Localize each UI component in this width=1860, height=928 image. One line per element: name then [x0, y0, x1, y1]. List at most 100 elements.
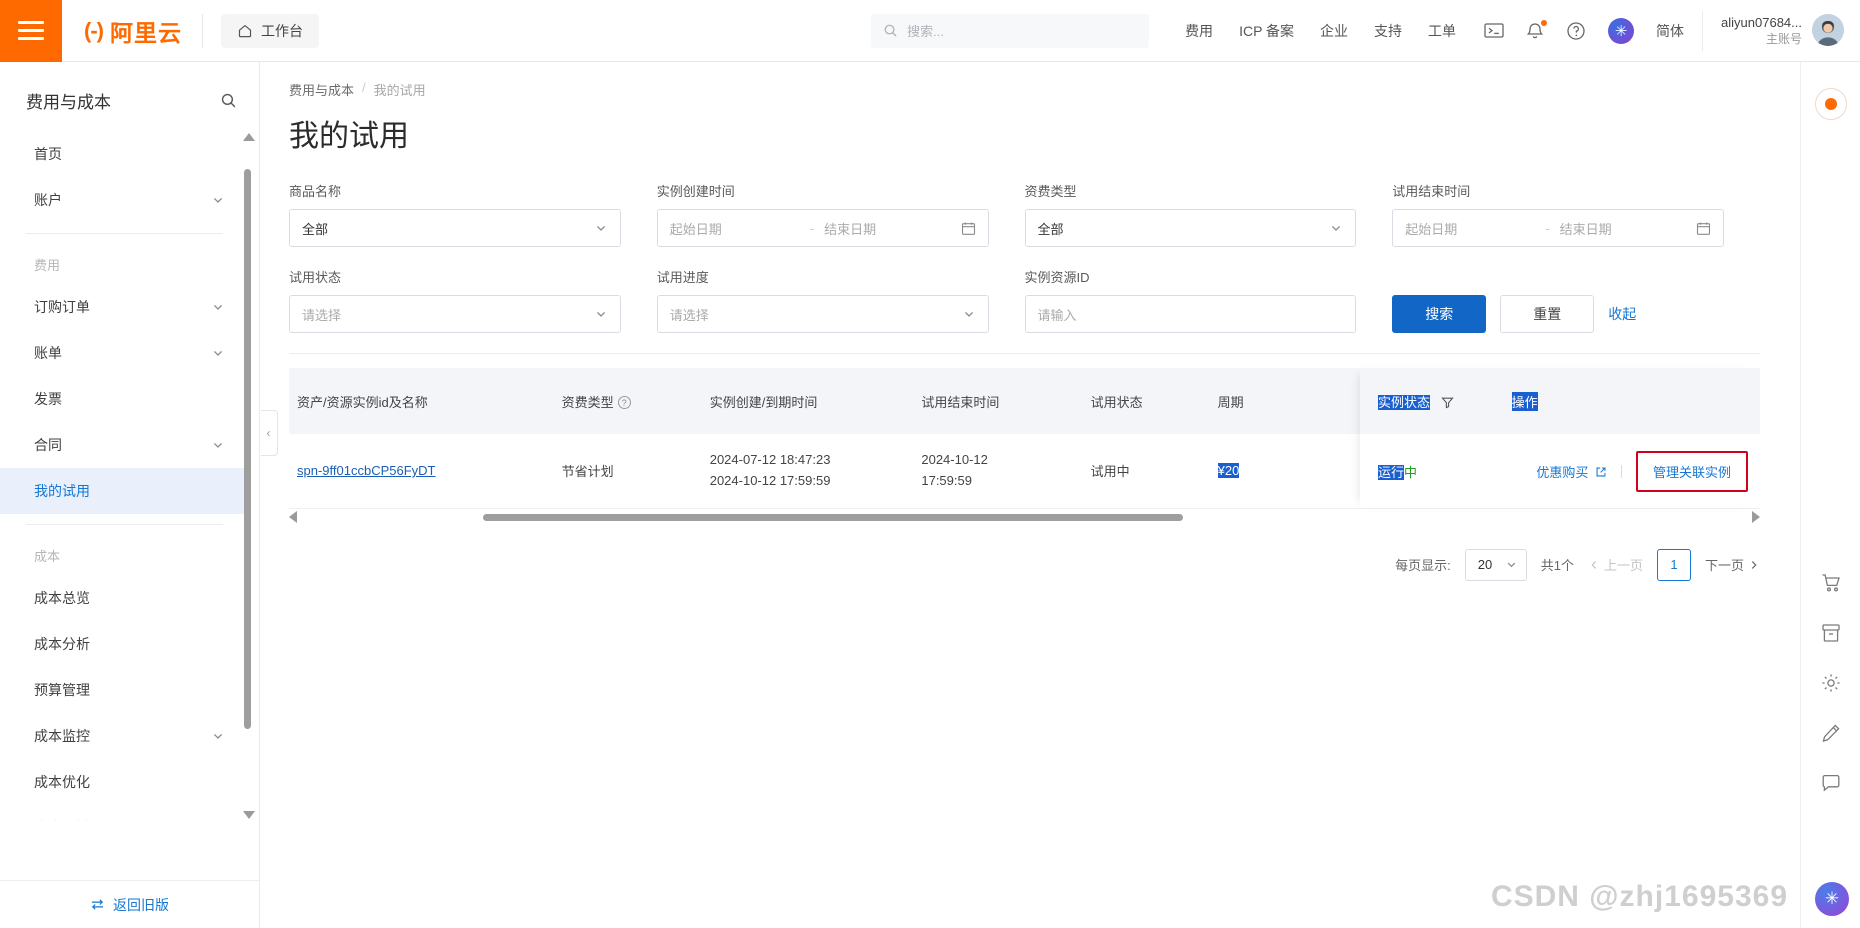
- manage-related-instance-link[interactable]: 管理关联实例: [1653, 465, 1731, 480]
- col-instance-id[interactable]: 资产/资源实例id及名称: [289, 368, 554, 434]
- chevron-right-icon: [1748, 559, 1760, 571]
- cart-icon[interactable]: [1820, 572, 1842, 594]
- record-dot-icon[interactable]: [1815, 88, 1847, 120]
- terminal-icon[interactable]: [1484, 22, 1504, 39]
- global-search-input[interactable]: 搜索...: [871, 14, 1149, 48]
- instance-resource-id-input[interactable]: 请输入: [1025, 295, 1357, 333]
- product-name-select[interactable]: 全部: [289, 209, 621, 247]
- sidebar-item-cost-allocation[interactable]: 成本分摊: [0, 805, 245, 821]
- col-fee-type[interactable]: 资费类型?: [554, 368, 702, 434]
- filter-label: 试用状态: [289, 267, 621, 286]
- nav-item-ticket[interactable]: 工单: [1428, 21, 1456, 41]
- nav-item-support[interactable]: 支持: [1374, 21, 1402, 41]
- back-to-old-version-button[interactable]: 返回旧版: [0, 880, 259, 928]
- daterange-dash: -: [806, 221, 818, 236]
- search-button[interactable]: 搜索: [1392, 295, 1486, 333]
- hscroll-track[interactable]: [303, 514, 1746, 521]
- table-horizontal-scrollbar[interactable]: [289, 509, 1760, 525]
- sidebar-item-invoice[interactable]: 发票: [0, 376, 245, 422]
- col-instance-status-wrap[interactable]: 实例状态: [1378, 392, 1454, 411]
- bell-icon[interactable]: [1526, 21, 1544, 40]
- trial-progress-select[interactable]: 请选择: [657, 295, 989, 333]
- sidebar-collapse-handle[interactable]: ‹: [261, 410, 278, 456]
- account-menu[interactable]: aliyun07684... 主账号: [1721, 14, 1860, 48]
- create-time: 2024-07-12 18:47:23: [710, 450, 906, 471]
- sidebar-item-label: 成本优化: [34, 772, 90, 792]
- sidebar-scroll-thumb[interactable]: [244, 169, 251, 729]
- filter-table-divider: [289, 353, 1760, 354]
- nav-item-fee[interactable]: 费用: [1185, 21, 1213, 41]
- scroll-down-arrow-icon[interactable]: [243, 811, 255, 819]
- sidebar-item-label: 成本分摊: [34, 818, 90, 821]
- ai-assistant-icon[interactable]: ✳: [1608, 18, 1634, 44]
- discount-purchase-link[interactable]: 优惠购买: [1536, 462, 1607, 481]
- sidebar-item-cost-overview[interactable]: 成本总览: [0, 575, 245, 621]
- fee-type-select[interactable]: 全部: [1025, 209, 1357, 247]
- hscroll-thumb[interactable]: [483, 514, 1183, 521]
- scroll-right-arrow-icon[interactable]: [1752, 511, 1760, 523]
- trial-status-select[interactable]: 请选择: [289, 295, 621, 333]
- sidebar: 费用与成本 首页 账户 费用 订购订单: [0, 62, 260, 928]
- gear-icon[interactable]: [1820, 672, 1842, 694]
- sidebar-item-budget[interactable]: 预算管理: [0, 667, 245, 713]
- sidebar-item-cost-monitor[interactable]: 成本监控: [0, 713, 245, 759]
- col-create-expire-time[interactable]: 实例创建/到期时间: [702, 368, 914, 434]
- trial-end-daterange[interactable]: 起始日期 - 结束日期: [1392, 209, 1724, 247]
- col-cycle[interactable]: 周期: [1210, 368, 1337, 434]
- sidebar-item-home[interactable]: 首页: [0, 131, 245, 177]
- prev-page-button[interactable]: 上一页: [1588, 555, 1643, 574]
- next-page-button[interactable]: 下一页: [1705, 555, 1760, 574]
- help-icon[interactable]: [1566, 21, 1586, 41]
- reset-button[interactable]: 重置: [1500, 295, 1594, 333]
- cycle-value: ¥20: [1218, 463, 1240, 478]
- collapse-filters-link[interactable]: 收起: [1608, 295, 1636, 333]
- swap-icon: [90, 897, 105, 912]
- calendar-icon[interactable]: [1696, 221, 1711, 236]
- nav-item-icp[interactable]: ICP 备案: [1239, 21, 1294, 41]
- col-trial-end-time[interactable]: 试用结束时间: [913, 368, 1082, 434]
- sidebar-item-contract[interactable]: 合同: [0, 422, 245, 468]
- sidebar-item-orders[interactable]: 订购订单: [0, 284, 245, 330]
- trial-start-date[interactable]: 起始日期: [1405, 219, 1535, 238]
- cell-instance-id: spn-9ff01ccbCP56FyDT: [289, 434, 554, 508]
- page-number-1[interactable]: 1: [1657, 549, 1691, 581]
- filter-label: 商品名称: [289, 181, 621, 200]
- sidebar-item-cost-analysis[interactable]: 成本分析: [0, 621, 245, 667]
- hamburger-menu-button[interactable]: [0, 0, 62, 62]
- scroll-left-arrow-icon[interactable]: [289, 511, 297, 523]
- filter-icon[interactable]: [1441, 395, 1454, 410]
- search-icon[interactable]: [220, 92, 237, 109]
- filter-label: 资费类型: [1025, 181, 1357, 200]
- sidebar-item-label: 成本分析: [34, 634, 90, 654]
- avatar[interactable]: [1812, 14, 1844, 46]
- instance-id-link[interactable]: spn-9ff01ccbCP56FyDT: [297, 463, 436, 478]
- cell-create-expire-time: 2024-07-12 18:47:23 2024-10-12 17:59:59: [702, 434, 914, 508]
- product-name-value: 全部: [302, 219, 594, 238]
- filter-actions: 搜索 重置 收起: [1392, 267, 1760, 333]
- scroll-up-arrow-icon[interactable]: [243, 133, 255, 141]
- aliyun-logo[interactable]: (-) 阿里云: [62, 14, 198, 48]
- nav-item-enterprise[interactable]: 企业: [1320, 21, 1348, 41]
- sidebar-scrollbar[interactable]: [244, 131, 251, 821]
- create-time-daterange[interactable]: 起始日期 - 结束日期: [657, 209, 989, 247]
- sidebar-item-cost-optimize[interactable]: 成本优化: [0, 759, 245, 805]
- pen-icon[interactable]: [1820, 722, 1842, 744]
- breadcrumb-parent[interactable]: 费用与成本: [289, 80, 354, 99]
- calendar-icon[interactable]: [961, 221, 976, 236]
- sidebar-item-account[interactable]: 账户: [0, 177, 245, 223]
- language-switch[interactable]: 简体: [1656, 21, 1684, 41]
- record-dot: [1825, 98, 1837, 110]
- trial-end-date[interactable]: 结束日期: [1560, 219, 1690, 238]
- archive-icon[interactable]: [1820, 622, 1842, 644]
- ai-sparkle-icon[interactable]: ✳: [1815, 882, 1849, 916]
- chat-icon[interactable]: [1820, 772, 1842, 794]
- create-end-date[interactable]: 结束日期: [824, 219, 954, 238]
- sidebar-item-my-trials[interactable]: 我的试用: [0, 468, 245, 514]
- sidebar-item-bills[interactable]: 账单: [0, 330, 245, 376]
- per-page-select[interactable]: 20: [1465, 549, 1527, 581]
- create-start-date[interactable]: 起始日期: [670, 219, 800, 238]
- workbench-button[interactable]: 工作台: [221, 14, 319, 48]
- col-trial-status[interactable]: 试用状态: [1083, 368, 1210, 434]
- sidebar-divider-2: [26, 524, 223, 525]
- help-icon[interactable]: ?: [618, 396, 631, 409]
